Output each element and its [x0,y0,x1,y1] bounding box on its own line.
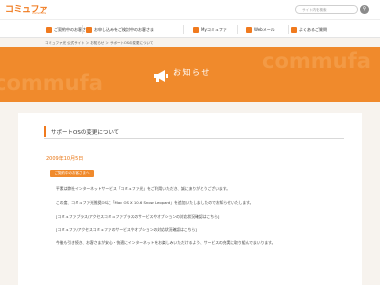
nav-item-label: よくあるご質問 [299,27,327,32]
banner-watermark: commufa [262,49,371,73]
nav-item-prospective-customers[interactable]: お申し込みをご検討中のお客さま [85,24,154,35]
banner-watermark: commufa [0,71,103,95]
nav-divider [183,25,184,34]
site-logo-sub: commufa [32,11,47,15]
article-heading: サポートOSの変更について [44,125,344,139]
nav-item-webmail[interactable]: Webメール [245,24,275,35]
article-paragraph: この度、コミュファ光推奨OSに「Mac OS X 10.6 Snow Leopa… [56,200,254,205]
nav-divider [237,25,238,34]
form-icon [86,26,92,33]
nav-item-label: Webメール [254,27,275,32]
search-icon[interactable]: ⚲ [360,5,369,14]
search-input[interactable]: サイト内を検索 [295,5,358,14]
main-nav: ご契約中のお客さま お申し込みをご検討中のお客さま Myコミュファ Webメール… [0,19,380,38]
article-link[interactable]: [コミュファ/アクセスコミュファのサービスやオプションの対応状況確認はこちら] [56,227,197,233]
nav-item-label: お申し込みをご検討中のお客さま [94,27,154,32]
heading-accent-bar [44,126,46,137]
audience-badge: ご契約中のお客さまへ [50,170,94,177]
header: コミュファ commufa サイト内を検索 ⚲ [0,0,380,19]
article-paragraph: 今後も引き続き、お客さまが安心・快適にインターネットをお楽しみいただけるよう、サ… [56,240,276,245]
breadcrumb[interactable]: コミュファ光 公式サイト ＞ お知らせ ＞ サポートOSの変更について [45,41,153,46]
megaphone-icon [154,70,168,82]
nav-divider [288,25,289,34]
mail-icon [246,26,252,33]
heart-icon [193,26,199,33]
user-icon [46,26,52,33]
page-title: お知らせ [173,68,211,77]
article-paragraph: 平素は弊社インターネットサービス「コミュファ光」をご利用いただき、誠にありがとう… [56,186,231,191]
nav-item-faq[interactable]: よくあるご質問 [290,24,327,35]
question-icon [291,26,297,33]
nav-divider [82,25,83,34]
page: コミュファ commufa サイト内を検索 ⚲ ご契約中のお客さま お申し込みを… [0,0,380,285]
article-heading-text: サポートOSの変更について [51,130,120,136]
article-date: 2009年10月5日 [46,156,84,162]
nav-item-my-commufa[interactable]: Myコミュファ [192,24,227,35]
article-link[interactable]: [コミュファプラス/アクセスコミュファプラスのサービスやオプションの対応状況確認… [56,214,219,220]
nav-item-label: Myコミュファ [201,27,227,32]
article-panel: サポートOSの変更について 2009年10月5日 ご契約中のお客さまへ 平素は弊… [18,113,362,285]
nav-item-current-customers[interactable]: ご契約中のお客さま [45,24,90,35]
